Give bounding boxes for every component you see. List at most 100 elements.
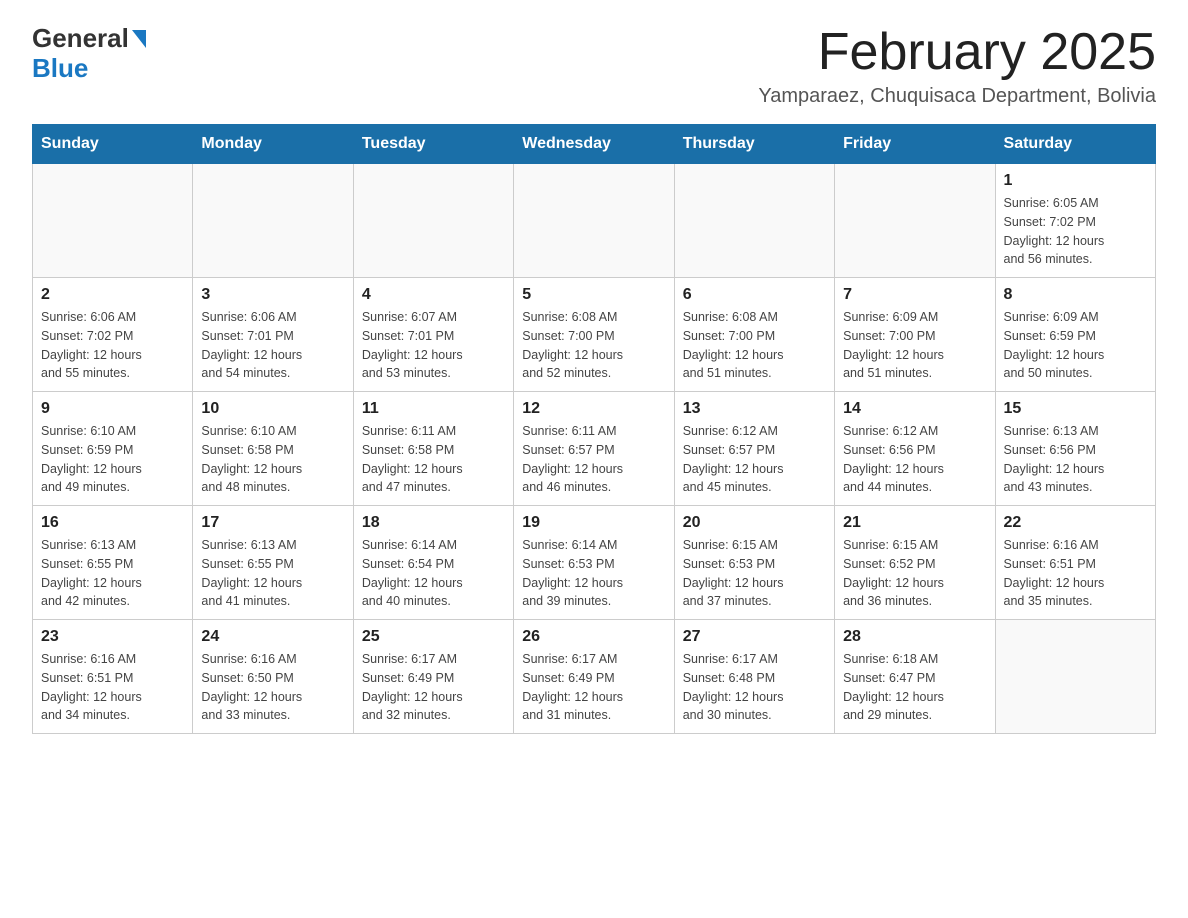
- calendar-cell: 10 Sunrise: 6:10 AM Sunset: 6:58 PM Dayli…: [193, 392, 353, 506]
- header-monday: Monday: [193, 125, 353, 164]
- logo: General Blue: [32, 24, 146, 84]
- day-number: 24: [201, 628, 344, 646]
- calendar-cell: 9 Sunrise: 6:10 AM Sunset: 6:59 PM Daylig…: [33, 392, 193, 506]
- day-info: Sunrise: 6:10 AM Sunset: 6:59 PM Dayligh…: [41, 422, 184, 497]
- day-number: 11: [362, 400, 505, 418]
- day-info: Sunrise: 6:16 AM Sunset: 6:50 PM Dayligh…: [201, 650, 344, 725]
- calendar-cell: 11Sunrise: 6:11 AM Sunset: 6:58 PM Dayli…: [353, 392, 513, 506]
- logo-blue: Blue: [32, 54, 146, 84]
- day-number: 18: [362, 514, 505, 532]
- calendar-cell: [33, 164, 193, 278]
- day-info: Sunrise: 6:18 AM Sunset: 6:47 PM Dayligh…: [843, 650, 986, 725]
- calendar-cell: [995, 620, 1155, 734]
- day-number: 9: [41, 400, 184, 418]
- calendar-cell: 26 Sunrise: 6:17 AM Sunset: 6:49 PM Dayli…: [514, 620, 674, 734]
- day-number: 8: [1004, 286, 1147, 304]
- day-info: Sunrise: 6:08 AM Sunset: 7:00 PM Dayligh…: [522, 308, 665, 383]
- day-info: Sunrise: 6:12 AM Sunset: 6:57 PM Dayligh…: [683, 422, 826, 497]
- day-number: 22: [1004, 514, 1147, 532]
- header-tuesday: Tuesday: [353, 125, 513, 164]
- header-wednesday: Wednesday: [514, 125, 674, 164]
- day-number: 19: [522, 514, 665, 532]
- day-info: Sunrise: 6:15 AM Sunset: 6:53 PM Dayligh…: [683, 536, 826, 611]
- calendar-cell: [353, 164, 513, 278]
- day-number: 16: [41, 514, 184, 532]
- day-info: Sunrise: 6:13 AM Sunset: 6:55 PM Dayligh…: [41, 536, 184, 611]
- day-number: 5: [522, 286, 665, 304]
- header-sunday: Sunday: [33, 125, 193, 164]
- calendar-cell: 8 Sunrise: 6:09 AM Sunset: 6:59 PM Daylig…: [995, 278, 1155, 392]
- day-number: 10: [201, 400, 344, 418]
- week-row-5: 23 Sunrise: 6:16 AM Sunset: 6:51 PM Dayli…: [33, 620, 1156, 734]
- day-number: 6: [683, 286, 826, 304]
- day-info: Sunrise: 6:16 AM Sunset: 6:51 PM Dayligh…: [41, 650, 184, 725]
- day-number: 28: [843, 628, 986, 646]
- day-info: Sunrise: 6:17 AM Sunset: 6:49 PM Dayligh…: [522, 650, 665, 725]
- logo-general: General: [32, 24, 146, 54]
- calendar-cell: 18 Sunrise: 6:14 AM Sunset: 6:54 PM Dayli…: [353, 506, 513, 620]
- day-info: Sunrise: 6:09 AM Sunset: 7:00 PM Dayligh…: [843, 308, 986, 383]
- day-number: 14: [843, 400, 986, 418]
- calendar-header-row: SundayMondayTuesdayWednesdayThursdayFrid…: [33, 125, 1156, 164]
- week-row-2: 2 Sunrise: 6:06 AM Sunset: 7:02 PM Daylig…: [33, 278, 1156, 392]
- calendar-cell: 28 Sunrise: 6:18 AM Sunset: 6:47 PM Dayli…: [835, 620, 995, 734]
- calendar-cell: 24 Sunrise: 6:16 AM Sunset: 6:50 PM Dayli…: [193, 620, 353, 734]
- day-info: Sunrise: 6:06 AM Sunset: 7:02 PM Dayligh…: [41, 308, 184, 383]
- calendar-cell: 17 Sunrise: 6:13 AM Sunset: 6:55 PM Dayli…: [193, 506, 353, 620]
- calendar-cell: 13 Sunrise: 6:12 AM Sunset: 6:57 PM Dayli…: [674, 392, 834, 506]
- main-title: February 2025: [758, 24, 1156, 81]
- day-info: Sunrise: 6:07 AM Sunset: 7:01 PM Dayligh…: [362, 308, 505, 383]
- calendar-table: SundayMondayTuesdayWednesdayThursdayFrid…: [32, 124, 1156, 734]
- week-row-1: 1Sunrise: 6:05 AM Sunset: 7:02 PM Daylig…: [33, 164, 1156, 278]
- calendar-cell: 27 Sunrise: 6:17 AM Sunset: 6:48 PM Dayli…: [674, 620, 834, 734]
- day-info: Sunrise: 6:13 AM Sunset: 6:56 PM Dayligh…: [1004, 422, 1147, 497]
- calendar-cell: 20Sunrise: 6:15 AM Sunset: 6:53 PM Dayli…: [674, 506, 834, 620]
- calendar-cell: 7 Sunrise: 6:09 AM Sunset: 7:00 PM Daylig…: [835, 278, 995, 392]
- day-number: 26: [522, 628, 665, 646]
- day-number: 23: [41, 628, 184, 646]
- day-number: 12: [522, 400, 665, 418]
- calendar-cell: 2 Sunrise: 6:06 AM Sunset: 7:02 PM Daylig…: [33, 278, 193, 392]
- calendar-cell: 5 Sunrise: 6:08 AM Sunset: 7:00 PM Daylig…: [514, 278, 674, 392]
- day-info: Sunrise: 6:16 AM Sunset: 6:51 PM Dayligh…: [1004, 536, 1147, 611]
- calendar-cell: [193, 164, 353, 278]
- day-info: Sunrise: 6:17 AM Sunset: 6:49 PM Dayligh…: [362, 650, 505, 725]
- day-info: Sunrise: 6:10 AM Sunset: 6:58 PM Dayligh…: [201, 422, 344, 497]
- logo-text-block: General Blue: [32, 24, 146, 84]
- header-friday: Friday: [835, 125, 995, 164]
- calendar-cell: [835, 164, 995, 278]
- calendar-cell: 3 Sunrise: 6:06 AM Sunset: 7:01 PM Daylig…: [193, 278, 353, 392]
- day-number: 27: [683, 628, 826, 646]
- day-number: 13: [683, 400, 826, 418]
- page-header: General Blue February 2025 Yamparaez, Ch…: [32, 24, 1156, 108]
- calendar-cell: 25 Sunrise: 6:17 AM Sunset: 6:49 PM Dayli…: [353, 620, 513, 734]
- day-number: 25: [362, 628, 505, 646]
- calendar-cell: 19Sunrise: 6:14 AM Sunset: 6:53 PM Dayli…: [514, 506, 674, 620]
- header-thursday: Thursday: [674, 125, 834, 164]
- calendar-cell: 22 Sunrise: 6:16 AM Sunset: 6:51 PM Dayli…: [995, 506, 1155, 620]
- week-row-3: 9 Sunrise: 6:10 AM Sunset: 6:59 PM Daylig…: [33, 392, 1156, 506]
- day-number: 3: [201, 286, 344, 304]
- day-info: Sunrise: 6:11 AM Sunset: 6:57 PM Dayligh…: [522, 422, 665, 497]
- day-info: Sunrise: 6:08 AM Sunset: 7:00 PM Dayligh…: [683, 308, 826, 383]
- day-info: Sunrise: 6:06 AM Sunset: 7:01 PM Dayligh…: [201, 308, 344, 383]
- day-number: 7: [843, 286, 986, 304]
- day-info: Sunrise: 6:14 AM Sunset: 6:54 PM Dayligh…: [362, 536, 505, 611]
- day-info: Sunrise: 6:15 AM Sunset: 6:52 PM Dayligh…: [843, 536, 986, 611]
- day-number: 2: [41, 286, 184, 304]
- day-info: Sunrise: 6:17 AM Sunset: 6:48 PM Dayligh…: [683, 650, 826, 725]
- title-block: February 2025 Yamparaez, Chuquisaca Depa…: [758, 24, 1156, 108]
- calendar-cell: [674, 164, 834, 278]
- calendar-cell: 1Sunrise: 6:05 AM Sunset: 7:02 PM Daylig…: [995, 164, 1155, 278]
- day-number: 4: [362, 286, 505, 304]
- day-info: Sunrise: 6:13 AM Sunset: 6:55 PM Dayligh…: [201, 536, 344, 611]
- calendar-cell: 14 Sunrise: 6:12 AM Sunset: 6:56 PM Dayli…: [835, 392, 995, 506]
- calendar-cell: 12 Sunrise: 6:11 AM Sunset: 6:57 PM Dayli…: [514, 392, 674, 506]
- subtitle: Yamparaez, Chuquisaca Department, Bolivi…: [758, 85, 1156, 108]
- day-number: 17: [201, 514, 344, 532]
- calendar-cell: [514, 164, 674, 278]
- day-info: Sunrise: 6:09 AM Sunset: 6:59 PM Dayligh…: [1004, 308, 1147, 383]
- calendar-cell: 4 Sunrise: 6:07 AM Sunset: 7:01 PM Daylig…: [353, 278, 513, 392]
- calendar-cell: 16 Sunrise: 6:13 AM Sunset: 6:55 PM Dayli…: [33, 506, 193, 620]
- day-info: Sunrise: 6:12 AM Sunset: 6:56 PM Dayligh…: [843, 422, 986, 497]
